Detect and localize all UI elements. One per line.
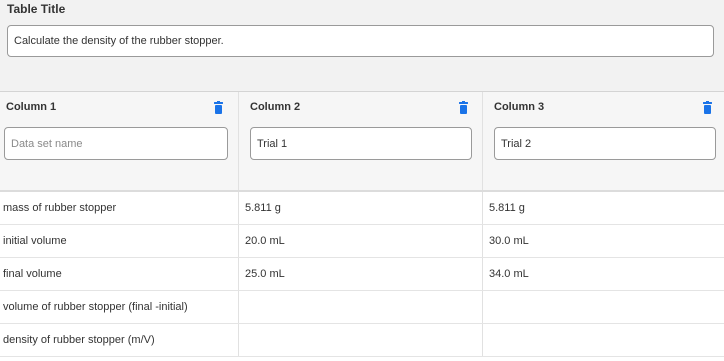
table-title-label: Table Title — [7, 2, 66, 16]
row-label-cell[interactable]: mass of rubber stopper — [0, 192, 238, 224]
column-3-label: Column 3 — [494, 101, 545, 113]
data-cell[interactable]: 5.811 g — [238, 192, 482, 224]
column-2-header: Column 2 — [238, 92, 482, 190]
column-2-name-input[interactable] — [250, 127, 472, 160]
column-2-label: Column 2 — [250, 101, 301, 113]
row-label-cell[interactable]: volume of rubber stopper (final -initial… — [0, 291, 238, 323]
row-label-cell[interactable]: final volume — [0, 258, 238, 290]
table-row: volume of rubber stopper (final -initial… — [0, 291, 724, 324]
table-title-input[interactable] — [7, 25, 714, 57]
data-cell[interactable] — [238, 324, 482, 356]
data-cell[interactable]: 30.0 mL — [482, 225, 724, 257]
data-cell[interactable]: 5.811 g — [482, 192, 724, 224]
table-row: final volume 25.0 mL 34.0 mL — [0, 258, 724, 291]
data-cell[interactable]: 25.0 mL — [238, 258, 482, 290]
data-cell[interactable]: 20.0 mL — [238, 225, 482, 257]
data-cell[interactable] — [238, 291, 482, 323]
data-cell[interactable] — [482, 324, 724, 356]
table-row: density of rubber stopper (m/V) — [0, 324, 724, 357]
table-row: mass of rubber stopper 5.811 g 5.811 g — [0, 192, 724, 225]
trash-icon[interactable] — [214, 101, 223, 114]
column-3-name-input[interactable] — [494, 127, 716, 160]
row-label-cell[interactable]: density of rubber stopper (m/V) — [0, 324, 238, 356]
trash-icon[interactable] — [703, 101, 712, 114]
column-1-header: Column 1 — [0, 92, 238, 190]
column-1-label: Column 1 — [6, 101, 57, 113]
row-label-cell[interactable]: initial volume — [0, 225, 238, 257]
column-1-name-input[interactable] — [4, 127, 228, 160]
table-row: initial volume 20.0 mL 30.0 mL — [0, 225, 724, 258]
data-table-body: mass of rubber stopper 5.811 g 5.811 g i… — [0, 192, 724, 357]
data-cell[interactable] — [482, 291, 724, 323]
table-title-section: Table Title — [0, 0, 724, 92]
column-3-header: Column 3 — [482, 92, 724, 190]
trash-icon[interactable] — [459, 101, 468, 114]
data-cell[interactable]: 34.0 mL — [482, 258, 724, 290]
columns-header: Column 1 Column 2 Column 3 — [0, 92, 724, 192]
